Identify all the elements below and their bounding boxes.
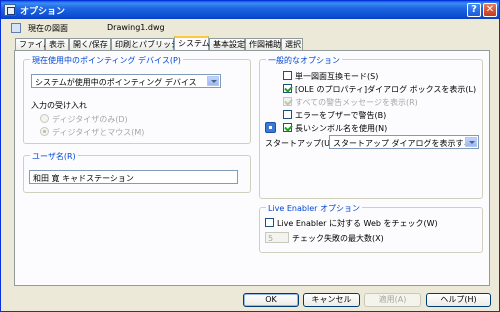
user-name-value: 和田 寛 キャドステーション <box>33 174 134 183</box>
max-failures-label: チェック失敗の最大数(X) <box>292 234 384 243</box>
single-drawing-mode-label: 単一図面互換モード(S) <box>295 72 379 81</box>
live-enabler-web-label: Live Enabler に対する Web をチェック(W) <box>277 219 438 228</box>
pointing-device-group: 現在使用中のポインティング デバイス(P) システムが使用中のポインティング デ… <box>23 55 251 144</box>
help-button[interactable]: ヘルプ(H) <box>426 293 491 307</box>
chevron-down-icon[interactable] <box>207 76 219 86</box>
user-name-input[interactable]: 和田 寛 キャドステーション <box>29 170 238 184</box>
show-all-warnings-checkbox[interactable] <box>283 97 292 106</box>
general-options-legend: 一般的なオプション <box>266 55 342 66</box>
startup-value: スタートアップ ダイアログを表示する <box>333 139 472 148</box>
live-enabler-web-checkbox[interactable] <box>265 218 274 227</box>
input-accept-label: 入力の受け入れ <box>31 101 87 110</box>
tab-display[interactable]: 表示 <box>45 38 69 50</box>
max-failures-value: 5 <box>268 234 274 243</box>
ole-properties-label: [OLE のプロパティ]ダイアログ ボックスを表示(L) <box>295 85 477 94</box>
title-bar[interactable]: オプション ? ✕ <box>1 1 499 19</box>
tab-files[interactable]: ファイル <box>15 38 51 50</box>
window-title: オプション <box>20 7 66 17</box>
options-dialog: オプション ? ✕ 現在の図面 Drawing1.dwg ファイル 表示 開く/… <box>0 0 500 312</box>
tab-user-preferences[interactable]: 基本設定 <box>209 38 245 50</box>
digitizer-only-radio[interactable] <box>40 114 49 123</box>
ok-button[interactable]: OK <box>243 293 299 307</box>
digitizer-and-mouse-radio[interactable] <box>40 127 49 136</box>
pointing-device-select[interactable]: システムが使用中のポインティング デバイス <box>31 74 221 88</box>
ole-properties-checkbox[interactable] <box>283 84 292 93</box>
show-all-warnings-label: すべての警告メッセージを表示(R) <box>295 98 418 107</box>
apply-button[interactable]: 適用(A) <box>364 293 421 307</box>
beep-on-error-label: エラーをブザーで警告(B) <box>295 111 387 120</box>
general-options-group: 一般的なオプション 単一図面互換モード(S) [OLE のプロパティ]ダイアログ… <box>259 55 483 199</box>
long-symbol-names-checkbox[interactable] <box>283 123 292 132</box>
cancel-button[interactable]: キャンセル <box>303 293 360 307</box>
help-icon[interactable]: ? <box>467 3 481 17</box>
startup-select[interactable]: スタートアップ ダイアログを表示する <box>329 135 479 149</box>
digitizer-only-label: ディジタイザのみ(D) <box>52 115 128 124</box>
pointing-device-legend: 現在使用中のポインティング デバイス(P) <box>30 55 183 66</box>
registry-icon <box>265 122 276 133</box>
pointing-device-value: システムが使用中のポインティング デバイス <box>35 78 197 87</box>
tab-plot-publish[interactable]: 印刷とパブリッシュ <box>111 38 187 50</box>
live-enabler-group: Live Enabler オプション Live Enabler に対する Web… <box>259 203 483 253</box>
live-enabler-legend: Live Enabler オプション <box>266 203 362 214</box>
current-drawing-name: Drawing1.dwg <box>107 23 165 32</box>
user-name-group: ユーザ名(R) 和田 寛 キャドステーション <box>23 151 251 193</box>
app-icon <box>4 4 16 16</box>
long-symbol-names-label: 長いシンボル名を使用(N) <box>295 124 388 133</box>
chevron-down-icon[interactable] <box>465 137 477 147</box>
tab-drafting[interactable]: 作図補助 <box>245 38 281 50</box>
current-drawing-label: 現在の図面 <box>28 24 68 33</box>
tab-open-save[interactable]: 開く/保存 <box>69 38 111 50</box>
system-tab-panel: 現在使用中のポインティング デバイス(P) システムが使用中のポインティング デ… <box>14 50 490 286</box>
single-drawing-mode-checkbox[interactable] <box>283 71 292 80</box>
drawing-icon <box>11 23 21 33</box>
user-name-legend: ユーザ名(R) <box>30 151 78 162</box>
beep-on-error-checkbox[interactable] <box>283 110 292 119</box>
tab-system[interactable]: システム <box>174 36 210 50</box>
close-icon[interactable]: ✕ <box>483 3 497 17</box>
max-failures-input[interactable]: 5 <box>265 232 289 243</box>
tab-selection[interactable]: 選択 <box>281 38 303 50</box>
digitizer-and-mouse-label: ディジタイザとマウス(M) <box>52 128 145 137</box>
startup-label: スタートアップ(U): <box>265 139 336 148</box>
